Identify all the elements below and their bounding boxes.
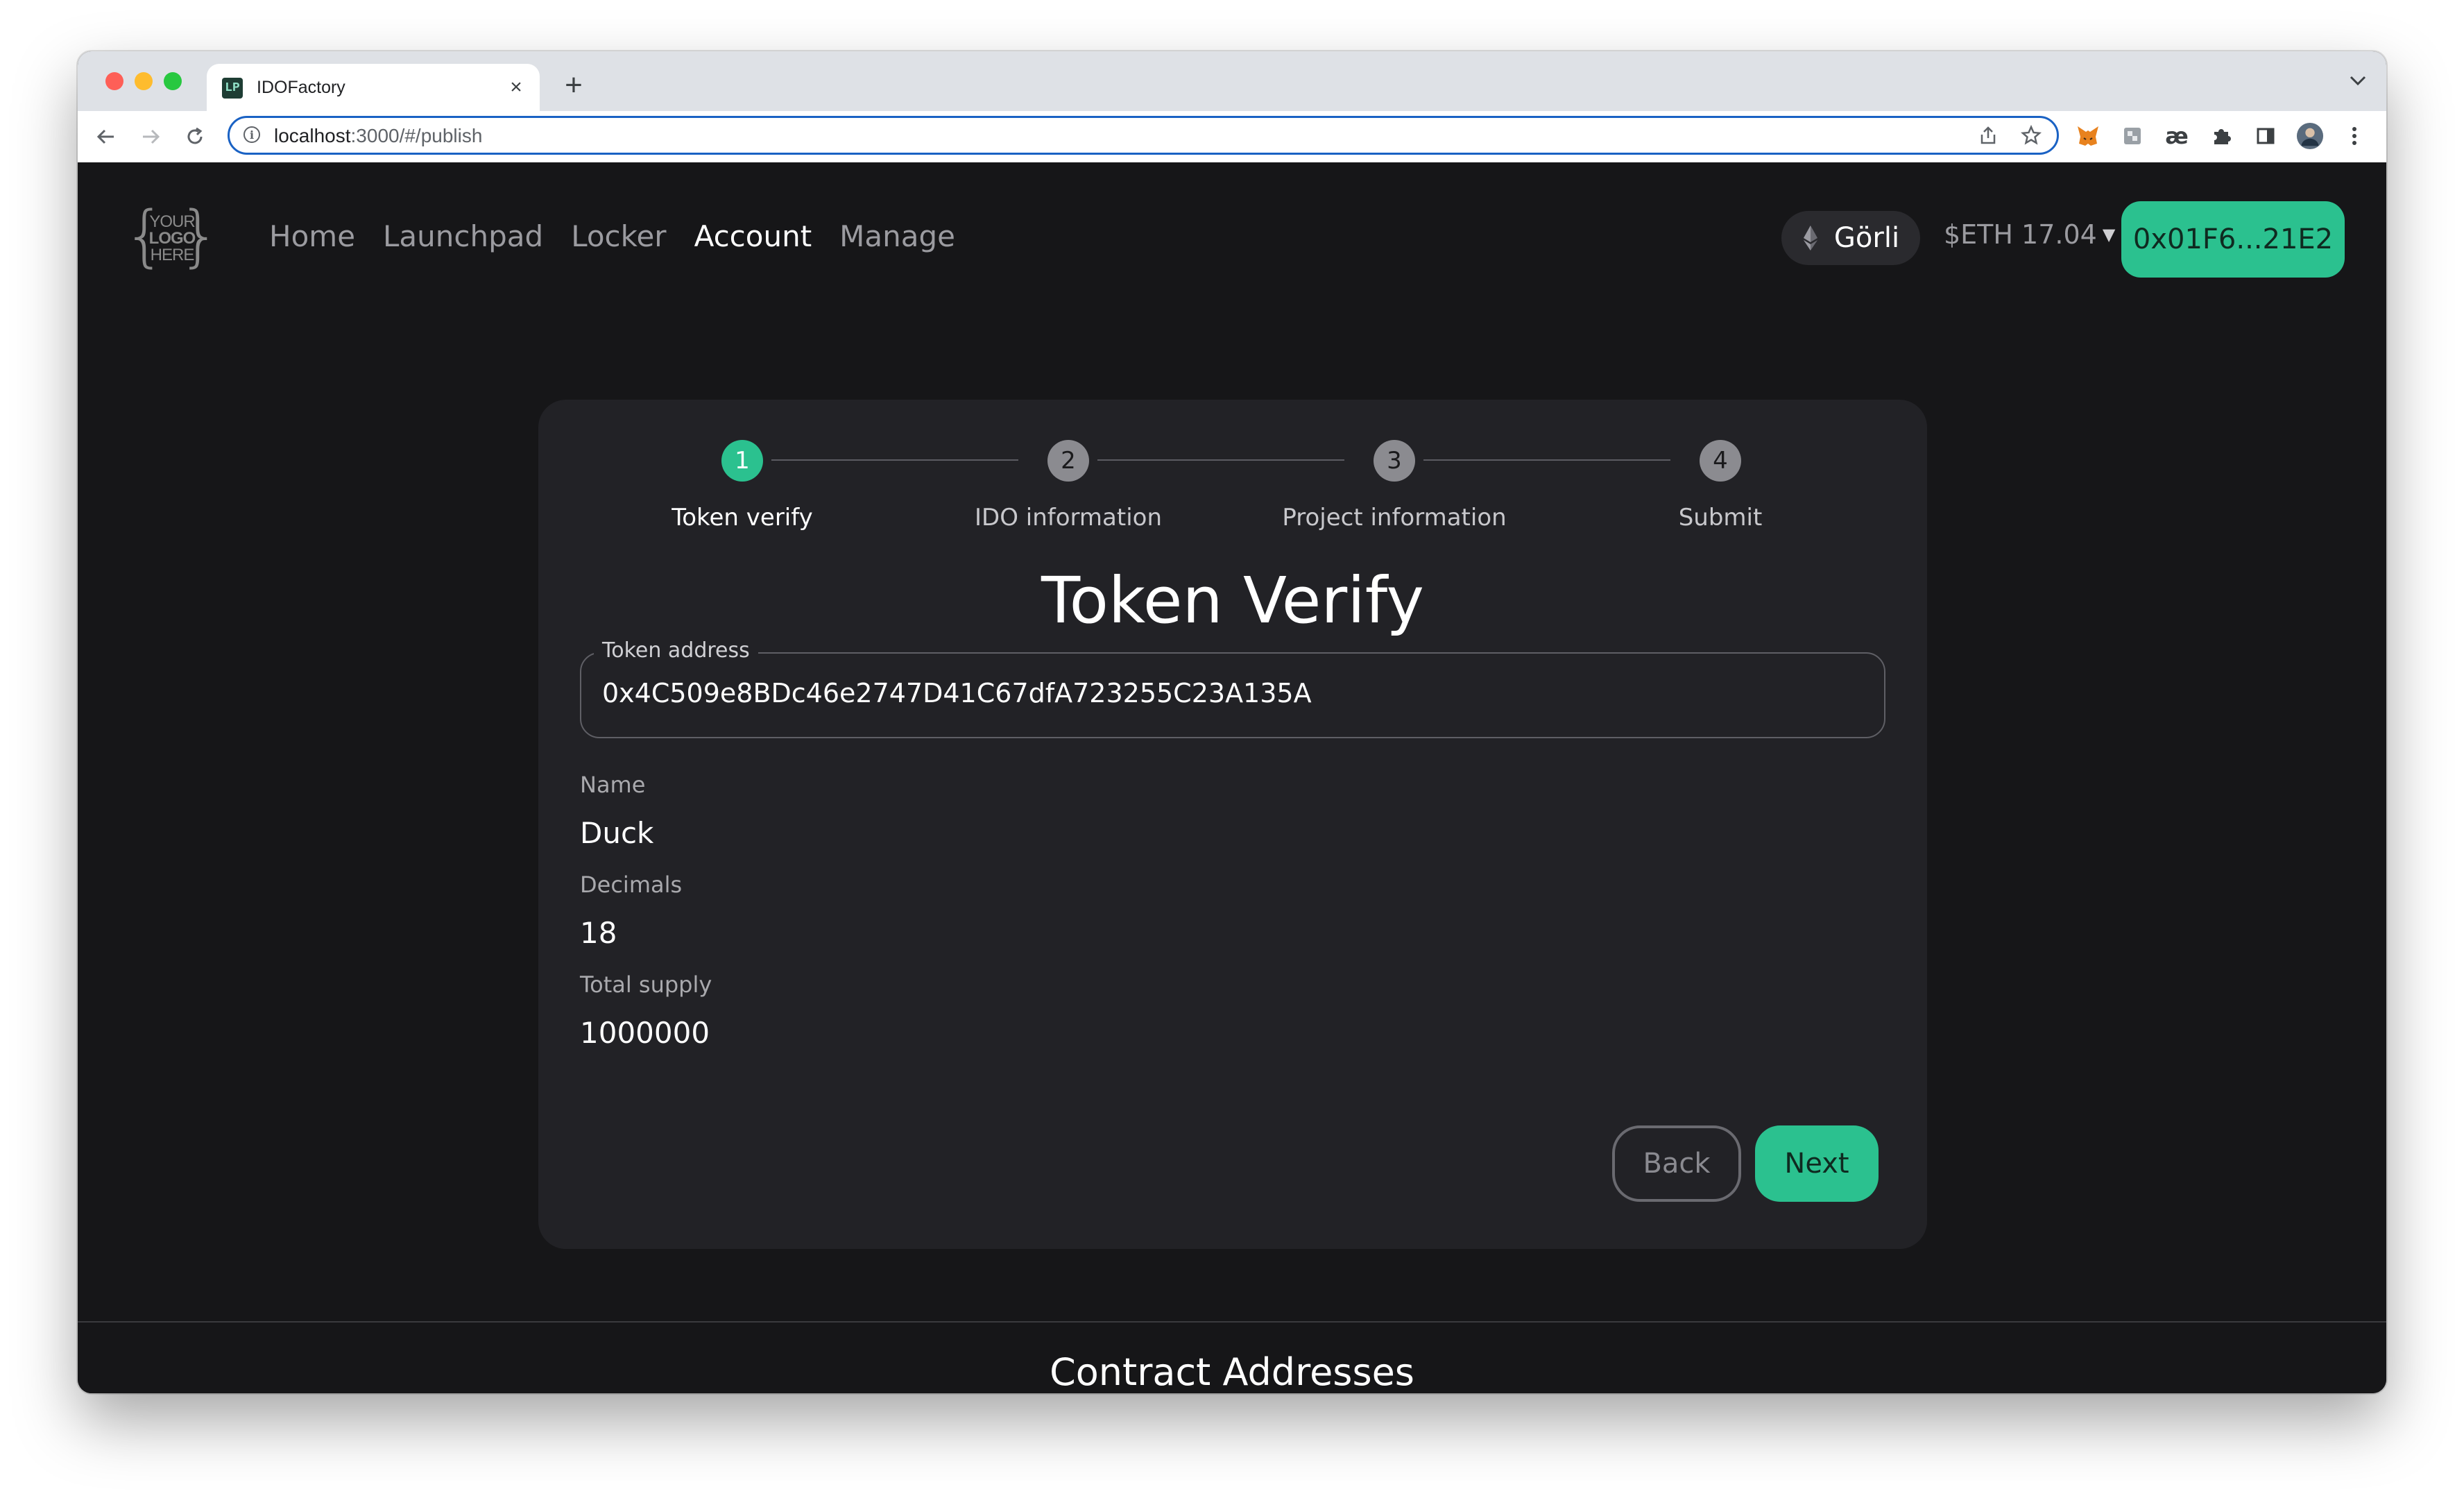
step-2-label: IDO information <box>974 504 1162 532</box>
step-3-label: Project information <box>1282 504 1507 532</box>
new-tab-button[interactable]: + <box>556 68 591 103</box>
publish-card: 1 2 3 4 Token verify IDO information Pro… <box>538 400 1927 1249</box>
network-label: Görli <box>1833 222 1900 254</box>
address-bar[interactable]: i localhost:3000/#/publish <box>228 116 2059 155</box>
total-supply-label: Total supply <box>580 971 712 998</box>
tab-title: IDOFactory <box>257 78 345 97</box>
wallet-address-button[interactable]: 0x01F6...21E2 <box>2121 201 2345 278</box>
main-nav: Home Launchpad Locker Account Manage <box>269 219 955 253</box>
token-address-label: Token address <box>594 638 758 663</box>
token-address-input[interactable] <box>601 677 1852 709</box>
browser-toolbar: i localhost:3000/#/publish æ <box>78 111 2386 164</box>
forward-arrow-icon[interactable] <box>133 119 168 154</box>
extension-puzzle-grey-icon[interactable] <box>2119 122 2146 150</box>
nav-home[interactable]: Home <box>269 219 355 253</box>
step-connector <box>1423 459 1670 461</box>
tab-bar: LP IDOFactory × + <box>78 51 2386 111</box>
step-2-circle[interactable]: 2 <box>1047 440 1089 482</box>
nav-account[interactable]: Account <box>694 219 812 253</box>
site-info-icon[interactable]: i <box>243 126 260 143</box>
bookmark-star-icon[interactable] <box>2019 124 2043 147</box>
step-4-circle[interactable]: 4 <box>1700 440 1741 482</box>
nav-locker[interactable]: Locker <box>571 219 666 253</box>
tab-search-icon[interactable] <box>2349 69 2367 91</box>
next-button[interactable]: Next <box>1755 1125 1879 1202</box>
metamask-fox-icon[interactable] <box>2074 122 2102 150</box>
ae-extension-icon[interactable]: æ <box>2163 122 2191 150</box>
reload-icon[interactable] <box>178 119 212 154</box>
balance-value: $ETH 17.04 <box>1944 219 2097 250</box>
site-logo[interactable]: { YOUR LOGO HERE } <box>123 203 221 271</box>
name-label: Name <box>580 772 646 798</box>
token-address-field: Token address <box>580 638 1885 738</box>
close-tab-icon[interactable]: × <box>502 74 530 101</box>
page-title: Token Verify <box>1041 563 1424 638</box>
footer-divider <box>78 1321 2386 1323</box>
caret-down-icon: ▼ <box>2102 225 2116 244</box>
decimals-label: Decimals <box>580 872 683 898</box>
close-window-button[interactable] <box>105 72 123 90</box>
back-arrow-icon[interactable] <box>89 119 123 154</box>
total-supply-value: 1000000 <box>580 1016 710 1050</box>
step-1-label: Token verify <box>671 504 813 532</box>
balance-dropdown[interactable]: $ETH 17.04 ▼ <box>1944 219 2115 250</box>
ethereum-icon <box>1803 226 1817 250</box>
step-1-circle[interactable]: 1 <box>721 440 763 482</box>
favicon-icon: LP <box>222 78 243 99</box>
url-text: localhost:3000/#/publish <box>274 125 483 146</box>
maximize-window-button[interactable] <box>164 72 182 90</box>
decimals-value: 18 <box>580 916 617 950</box>
side-panel-icon[interactable] <box>2252 122 2279 150</box>
browser-tab[interactable]: LP IDOFactory × <box>207 64 540 111</box>
step-3-circle[interactable]: 3 <box>1374 440 1415 482</box>
stepper: 1 2 3 4 Token verify IDO information Pro… <box>538 400 1927 552</box>
top-navbar: { YOUR LOGO HERE } Home Launchpad Locker… <box>78 162 2386 301</box>
name-value: Duck <box>580 816 654 850</box>
network-selector[interactable]: Görli <box>1781 211 1920 265</box>
extensions-puzzle-icon[interactable] <box>2207 122 2235 150</box>
nav-manage[interactable]: Manage <box>839 219 955 253</box>
step-connector <box>771 459 1018 461</box>
minimize-window-button[interactable] <box>135 72 153 90</box>
contract-addresses-heading: Contract Addresses <box>1050 1350 1414 1393</box>
step-connector <box>1097 459 1344 461</box>
back-button[interactable]: Back <box>1612 1125 1741 1202</box>
browser-menu-icon[interactable] <box>2341 122 2368 150</box>
nav-launchpad[interactable]: Launchpad <box>383 219 543 253</box>
browser-window: LP IDOFactory × + i localhost:3000/#/pub… <box>78 51 2386 1393</box>
step-4-label: Submit <box>1678 504 1763 532</box>
profile-avatar[interactable] <box>2296 122 2324 150</box>
page-content: { YOUR LOGO HERE } Home Launchpad Locker… <box>78 162 2386 1393</box>
share-icon[interactable] <box>1976 124 2000 147</box>
